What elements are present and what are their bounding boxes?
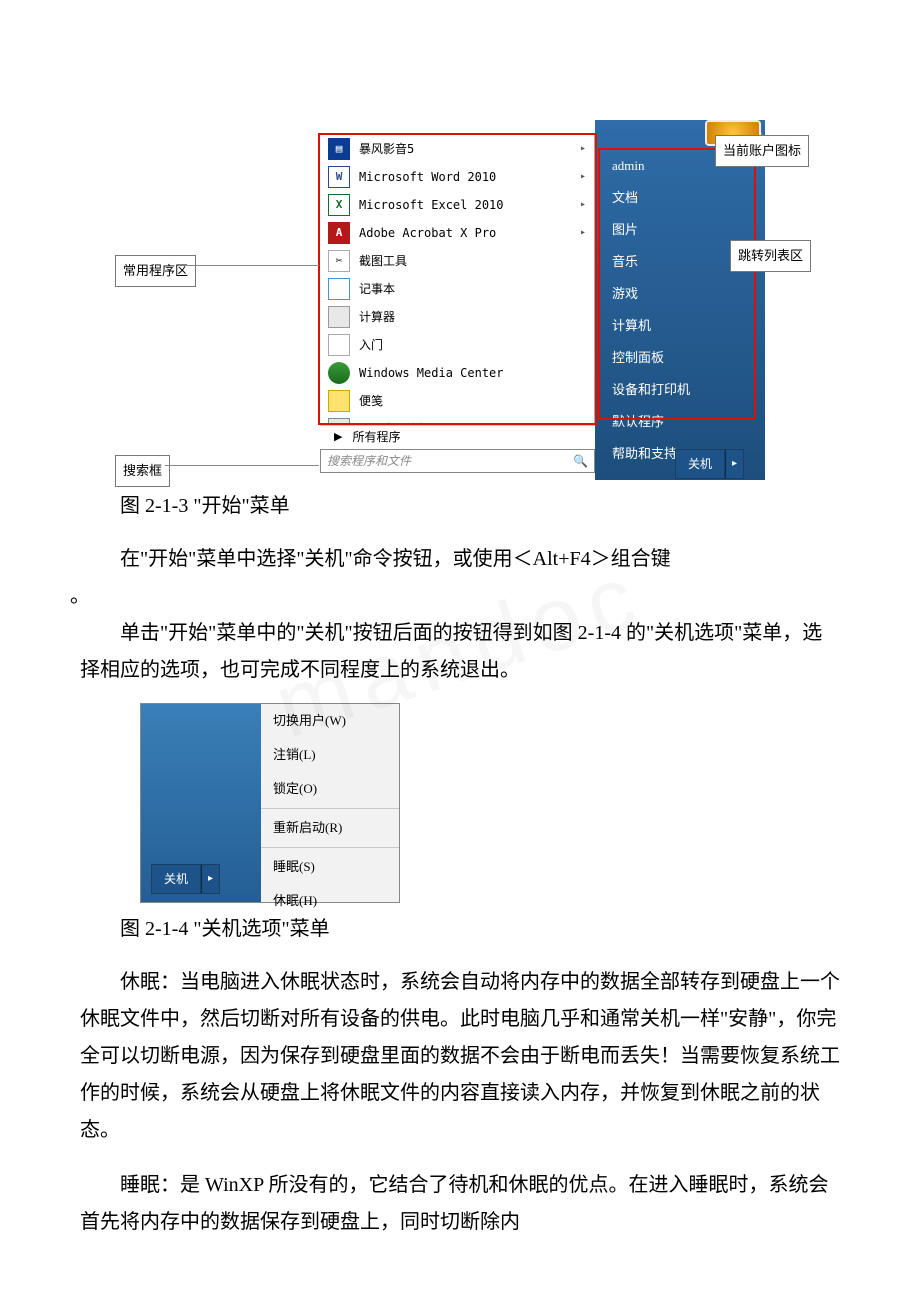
- sleep-item[interactable]: 睡眠(S): [261, 850, 399, 884]
- search-input[interactable]: 搜索程序和文件 🔍: [320, 449, 595, 473]
- shutdown-arrow-2[interactable]: ▸: [201, 864, 220, 894]
- all-programs-item[interactable]: ▶ 所有程序: [320, 425, 595, 449]
- all-programs-label: 所有程序: [352, 426, 400, 448]
- search-icon: 🔍: [573, 450, 588, 472]
- figure-1-caption: 图 2-1-3 "开始"菜单: [80, 488, 840, 525]
- logoff-item[interactable]: 注销(L): [261, 738, 399, 772]
- figure-2-caption: 图 2-1-4 "关机选项"菜单: [80, 911, 840, 948]
- figure-shutdown-options: 关机 ▸ 切换用户(W) 注销(L) 锁定(O) 重新启动(R) 睡眠(S) 休…: [140, 703, 400, 903]
- paragraph-4: 睡眠：是 WinXP 所没有的，它结合了待机和休眠的优点。在进入睡眠时，系统会首…: [80, 1167, 840, 1241]
- shutdown-button[interactable]: 关机: [675, 449, 725, 479]
- menu-separator: [261, 808, 399, 809]
- chevron-right-icon: ▶: [334, 427, 342, 447]
- red-box-programs: [318, 133, 597, 425]
- restart-item[interactable]: 重新启动(R): [261, 811, 399, 845]
- paragraph-1-tail: 。: [70, 578, 840, 615]
- shutdown-button-2[interactable]: 关机: [151, 864, 201, 894]
- menu-separator: [261, 847, 399, 848]
- search-placeholder: 搜索程序和文件: [327, 450, 411, 472]
- shutdown-button-group: 关机 ▸: [675, 449, 744, 479]
- figure-start-menu: ▤暴风影音5▸WMicrosoft Word 2010▸XMicrosoft E…: [80, 120, 840, 480]
- label-account-icon: 当前账户图标: [715, 135, 809, 167]
- lock-item[interactable]: 锁定(O): [261, 772, 399, 806]
- paragraph-1: 在"开始"菜单中选择"关机"命令按钮，或使用＜Alt+F4＞组合键: [80, 541, 840, 578]
- shutdown-options-arrow-button[interactable]: ▸: [725, 449, 744, 479]
- shutdown-options-left-panel: 关机 ▸: [141, 704, 261, 902]
- label-jump-list: 跳转列表区: [730, 240, 811, 272]
- red-box-jumplist: [598, 148, 756, 420]
- label-search: 搜索框: [115, 455, 170, 487]
- shutdown-options-menu: 切换用户(W) 注销(L) 锁定(O) 重新启动(R) 睡眠(S) 休眠(H): [261, 704, 399, 902]
- paragraph-2: 单击"开始"菜单中的"关机"按钮后面的按钮得到如图 2-1-4 的"关机选项"菜…: [80, 615, 840, 689]
- paragraph-3: 休眠：当电脑进入休眠状态时，系统会自动将内存中的数据全部转存到硬盘上一个休眠文件…: [80, 964, 840, 1149]
- label-programs-area: 常用程序区: [115, 255, 196, 287]
- switch-user-item[interactable]: 切换用户(W): [261, 704, 399, 738]
